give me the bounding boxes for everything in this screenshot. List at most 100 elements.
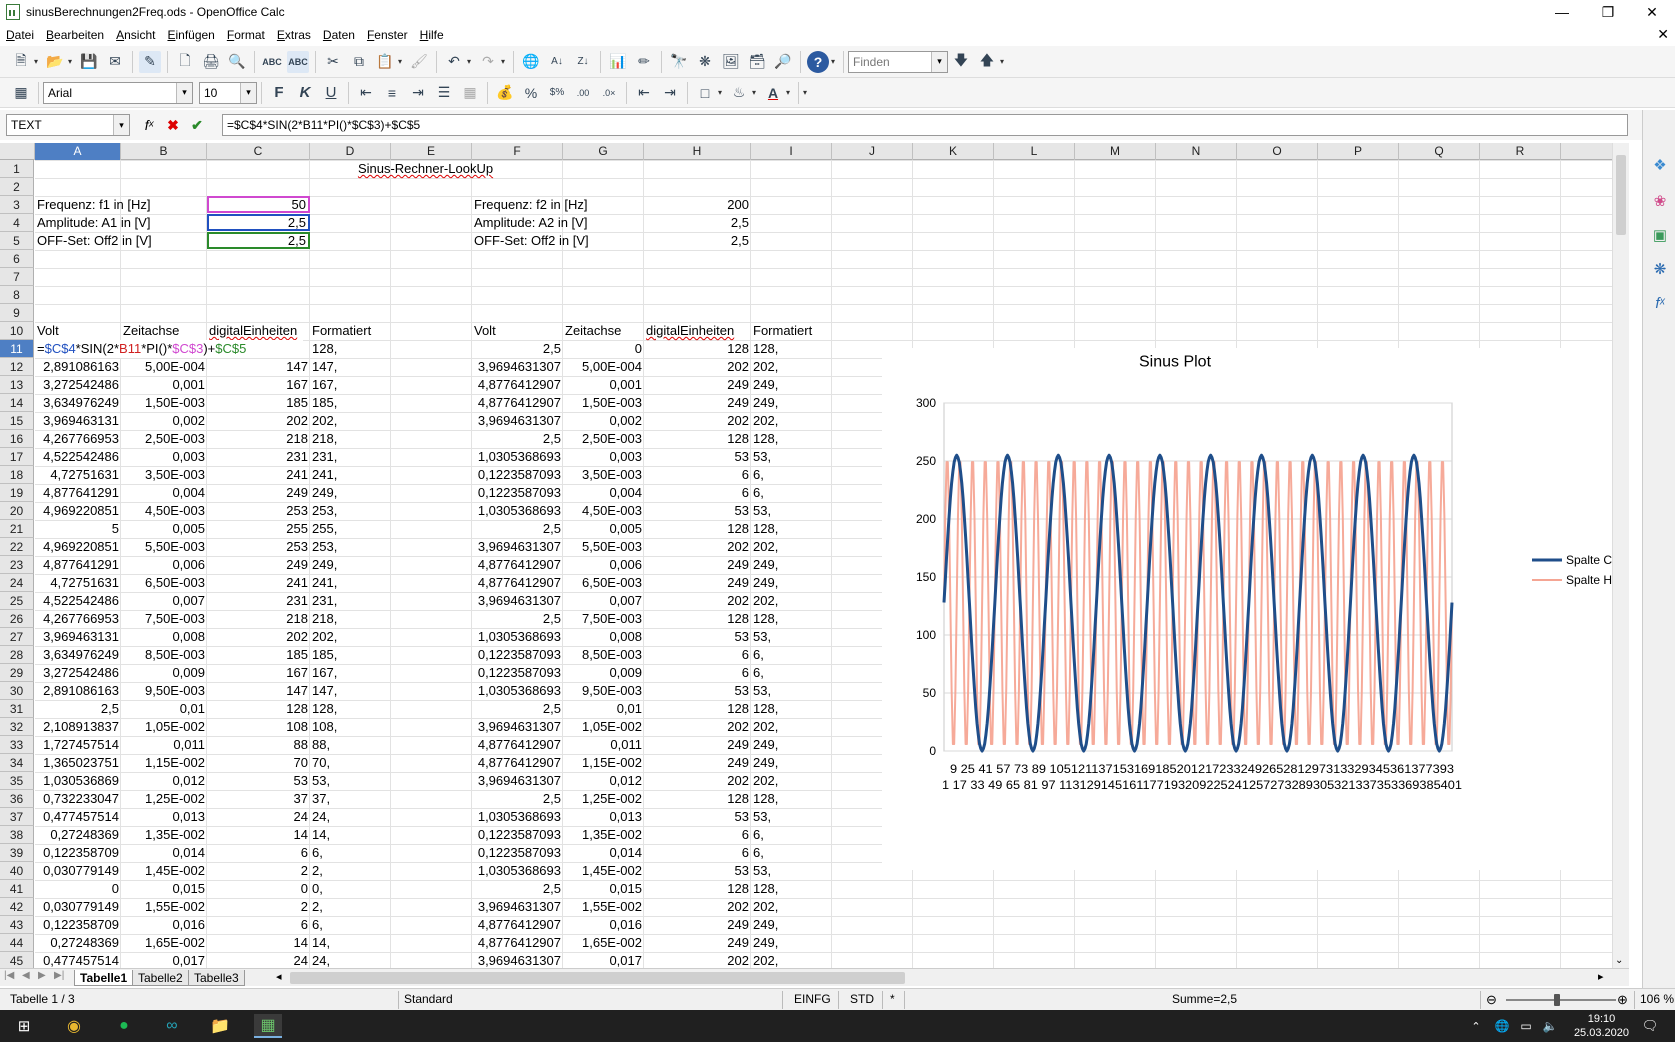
toolbar-options-icon[interactable]: ▾: [831, 57, 839, 66]
cell[interactable]: 0,012: [121, 772, 207, 790]
new-dropdown-icon[interactable]: ▾: [34, 57, 42, 66]
column-header-f[interactable]: F: [472, 143, 563, 160]
cell[interactable]: 0,009: [121, 664, 207, 682]
cell[interactable]: 185,: [310, 394, 391, 412]
cell[interactable]: 3,969463131: [35, 628, 121, 646]
currency-format-icon[interactable]: 💰: [494, 82, 516, 104]
column-header-b[interactable]: B: [121, 143, 207, 160]
row-header-28[interactable]: 28: [0, 646, 34, 664]
cell[interactable]: 3,9694631307: [472, 772, 563, 790]
cell[interactable]: 88,: [310, 736, 391, 754]
cell[interactable]: 249,: [751, 736, 831, 754]
param-value-input[interactable]: 2,5: [207, 214, 310, 231]
help-icon[interactable]: ?: [807, 50, 829, 73]
cell[interactable]: 231: [207, 592, 310, 610]
param-label[interactable]: Amplitude: A2 in [V]: [472, 214, 662, 232]
column-label[interactable]: Volt: [472, 322, 563, 340]
cell[interactable]: 202,: [751, 592, 831, 610]
cell[interactable]: 253: [207, 538, 310, 556]
cell[interactable]: 0: [207, 880, 310, 898]
cell[interactable]: 128,: [751, 610, 831, 628]
cell[interactable]: 0,1223587093: [472, 484, 563, 502]
row-header-10[interactable]: 10: [0, 322, 34, 340]
cell[interactable]: 249,: [751, 934, 831, 952]
cell[interactable]: 70,: [310, 754, 391, 772]
cell[interactable]: 0,002: [121, 412, 207, 430]
sidebar-navigator-icon[interactable]: ❋: [1649, 258, 1671, 280]
undo-icon[interactable]: ↶: [443, 51, 465, 73]
cell[interactable]: 0,016: [563, 916, 644, 934]
cell[interactable]: 4,8776412907: [472, 934, 563, 952]
row-header-44[interactable]: 44: [0, 934, 34, 952]
row-header-4[interactable]: 4: [0, 214, 34, 232]
cell[interactable]: 0,002: [563, 412, 644, 430]
row-header-23[interactable]: 23: [0, 556, 34, 574]
param-value-input[interactable]: 2,5: [207, 232, 310, 249]
cell[interactable]: 1,65E-002: [121, 934, 207, 952]
row-header-15[interactable]: 15: [0, 412, 34, 430]
cell[interactable]: 53: [644, 448, 751, 466]
scroll-left-icon[interactable]: ◂: [276, 970, 282, 983]
row-header-38[interactable]: 38: [0, 826, 34, 844]
row-header-16[interactable]: 16: [0, 430, 34, 448]
borders-icon[interactable]: □: [694, 82, 716, 104]
cell[interactable]: 0,006: [563, 556, 644, 574]
bold-icon[interactable]: F: [268, 82, 290, 104]
font-name-select[interactable]: Arial ▾: [43, 81, 193, 104]
column-header-k[interactable]: K: [913, 143, 994, 160]
cell[interactable]: 4,8776412907: [472, 556, 563, 574]
cell[interactable]: 0,012: [563, 772, 644, 790]
cell[interactable]: 53: [644, 808, 751, 826]
cell[interactable]: 128: [644, 880, 751, 898]
cell[interactable]: 7,50E-003: [563, 610, 644, 628]
menu-daten[interactable]: Daten: [317, 28, 361, 42]
cell[interactable]: 0,27248369: [35, 934, 121, 952]
cell[interactable]: 1,35E-002: [121, 826, 207, 844]
percent-format-icon[interactable]: %: [520, 82, 542, 104]
column-label[interactable]: Zeitachse: [563, 322, 644, 340]
cell[interactable]: 128,: [751, 430, 831, 448]
cell[interactable]: 0,008: [121, 628, 207, 646]
cell[interactable]: 0,013: [563, 808, 644, 826]
cell[interactable]: 7,50E-003: [121, 610, 207, 628]
column-header-i[interactable]: I: [751, 143, 832, 160]
row-header-32[interactable]: 32: [0, 718, 34, 736]
italic-icon[interactable]: K: [294, 82, 316, 104]
cell[interactable]: 1,15E-002: [121, 754, 207, 772]
close-window-button[interactable]: ✕: [1629, 0, 1675, 24]
export-pdf-icon[interactable]: 🗋: [174, 51, 196, 73]
cell[interactable]: 4,522542486: [35, 592, 121, 610]
row-header-6[interactable]: 6: [0, 250, 34, 268]
param-label[interactable]: Frequenz: f2 in [Hz]: [472, 196, 662, 214]
cell[interactable]: 185: [207, 394, 310, 412]
cell[interactable]: 218: [207, 430, 310, 448]
row-header-5[interactable]: 5: [0, 232, 34, 250]
cell[interactable]: 0,006: [121, 556, 207, 574]
cell[interactable]: 0,007: [121, 592, 207, 610]
cell[interactable]: 0,1223587093: [472, 826, 563, 844]
cell[interactable]: 6,: [751, 646, 831, 664]
cell[interactable]: 128: [644, 700, 751, 718]
cell[interactable]: 128: [644, 520, 751, 538]
scroll-right-icon[interactable]: ▸: [1598, 970, 1604, 983]
copy-icon[interactable]: ⧉: [348, 51, 370, 73]
find-previous-icon[interactable]: 🡅: [976, 51, 998, 73]
cell[interactable]: 4,8776412907: [472, 736, 563, 754]
cell[interactable]: 3,634976249: [35, 646, 121, 664]
cell[interactable]: 2,: [310, 898, 391, 916]
cell[interactable]: 202: [644, 952, 751, 968]
new-document-icon[interactable]: 🗎: [10, 51, 32, 73]
row-header-31[interactable]: 31: [0, 700, 34, 718]
column-label[interactable]: digitalEinheiten: [207, 322, 310, 340]
row-header-12[interactable]: 12: [0, 358, 34, 376]
cell[interactable]: 218,: [310, 430, 391, 448]
cell[interactable]: 128: [644, 790, 751, 808]
cell[interactable]: 14,: [310, 934, 391, 952]
font-size-dropdown-icon[interactable]: ▾: [240, 82, 256, 103]
sheet-title[interactable]: Sinus-Rechner-LookUp: [207, 160, 644, 178]
cell[interactable]: 2,5: [472, 790, 563, 808]
cell[interactable]: 0,1223587093: [472, 646, 563, 664]
column-header-g[interactable]: G: [563, 143, 644, 160]
function-wizard-icon[interactable]: fˣ: [140, 116, 158, 134]
column-label[interactable]: Formatiert: [751, 322, 832, 340]
